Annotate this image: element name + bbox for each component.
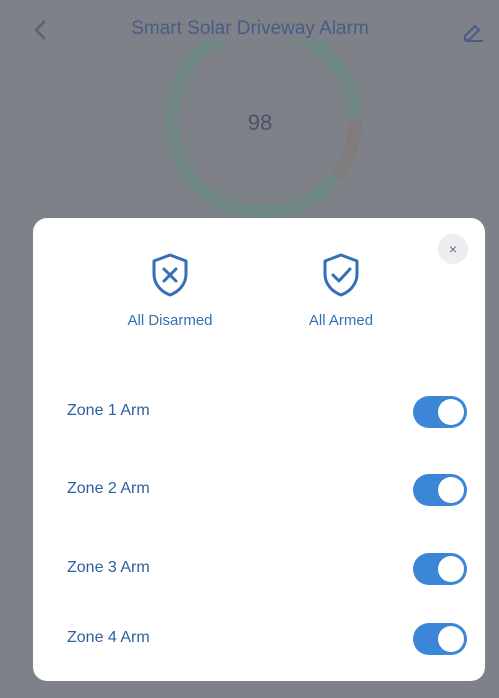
chevron-left-icon[interactable] [30, 18, 50, 42]
edit-icon[interactable] [462, 20, 486, 42]
all-armed-label: All Armed [308, 312, 374, 329]
zone-4-arm-toggle[interactable] [413, 623, 467, 655]
zone-4-row: Zone 4 Arm [61, 615, 471, 665]
app-screen: Smart Solar Driveway Alarm 98 × All Disa… [0, 0, 499, 698]
toggle-knob [438, 556, 464, 582]
toggle-knob [438, 399, 464, 425]
zone-2-arm-toggle[interactable] [413, 474, 467, 506]
toggle-knob [438, 477, 464, 503]
toggle-knob [438, 626, 464, 652]
zone-3-label: Zone 3 Arm [67, 559, 150, 576]
zone-2-label: Zone 2 Arm [67, 480, 150, 497]
shield-x-icon [152, 253, 188, 297]
all-disarmed-button[interactable]: All Disarmed [95, 252, 245, 336]
shield-check-icon [323, 253, 359, 297]
all-armed-button[interactable]: All Armed [266, 252, 416, 336]
all-disarmed-label: All Disarmed [127, 312, 213, 329]
zone-2-row: Zone 2 Arm [61, 466, 471, 516]
zone-1-label: Zone 1 Arm [67, 402, 150, 419]
zone-4-label: Zone 4 Arm [67, 629, 150, 646]
zone-1-arm-toggle[interactable] [413, 396, 467, 428]
app-title: Smart Solar Driveway Alarm [131, 18, 369, 39]
zone-1-row: Zone 1 Arm [61, 388, 471, 438]
close-button[interactable]: × [438, 234, 468, 264]
status-value: 98 [247, 110, 273, 135]
zone-3-arm-toggle[interactable] [413, 553, 467, 585]
arm-settings-dialog: × All Disarmed All Armed Zone 1 Arm Zone… [33, 218, 485, 681]
zone-3-row: Zone 3 Arm [61, 545, 471, 595]
